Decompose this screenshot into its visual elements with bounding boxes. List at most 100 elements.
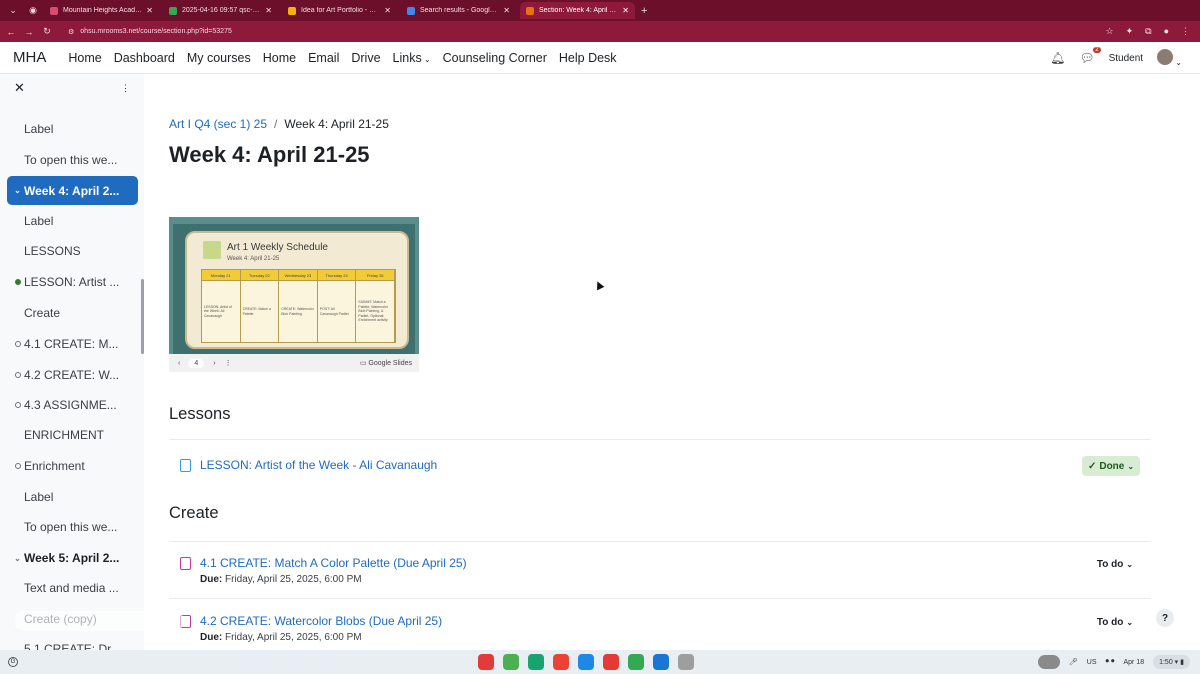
todo-status-button[interactable]: To do ⌄: [1090, 612, 1140, 632]
google-slides-link[interactable]: ▭ Google Slides: [360, 359, 412, 367]
forward-icon[interactable]: →: [22, 27, 36, 37]
shelf-app-icon[interactable]: [478, 654, 494, 670]
activity-lesson-artist[interactable]: LESSON: Artist of the Week - Ali Cavanau…: [180, 458, 437, 472]
extension-icon[interactable]: ✦: [1126, 26, 1134, 37]
browser-tab[interactable]: Idea for Art Portfolio - Google ✕: [282, 2, 397, 19]
course-index-label: 4.3 ASSIGNME...: [24, 398, 117, 412]
browser-tab[interactable]: Mountain Heights Academy M ✕: [44, 2, 159, 19]
new-tab-button[interactable]: +: [641, 5, 647, 17]
slides-menu-icon[interactable]: ⋮: [225, 359, 232, 367]
course-index-label: 4.1 CREATE: M...: [24, 337, 119, 351]
date-pill[interactable]: Apr 18: [1123, 659, 1144, 666]
schedule-cell: SUBMIT: Match a Palette, Watercolor Blob…: [356, 280, 395, 342]
nav-links-dropdown[interactable]: Links ⌄: [393, 51, 431, 65]
course-index-item[interactable]: 4.1 CREATE: M...: [0, 333, 144, 355]
screen-record-icon[interactable]: ⏺ ⏺: [1106, 658, 1115, 666]
tab-close-icon[interactable]: ✕: [146, 6, 153, 15]
tab-close-icon[interactable]: ✕: [503, 6, 510, 15]
drawer-menu-icon[interactable]: ⋮: [121, 83, 130, 94]
course-index-item[interactable]: 5.1 CREATE: Dr: [0, 638, 144, 650]
shelf-app-icon[interactable]: [553, 654, 569, 670]
tab-close-icon[interactable]: ✕: [384, 6, 391, 15]
help-button[interactable]: ?: [1156, 609, 1174, 627]
browser-tab[interactable]: 2025-04-16 09:57 qsc-mybb-w ✕: [163, 2, 278, 19]
course-index-item[interactable]: LESSONS: [0, 240, 144, 262]
shelf-app-icon[interactable]: [528, 654, 544, 670]
extensions-puzzle-icon[interactable]: ⧉: [1145, 26, 1151, 37]
launcher-icon[interactable]: G: [8, 657, 18, 667]
nav-counseling-corner[interactable]: Counseling Corner: [443, 51, 547, 65]
shelf-app-icon[interactable]: [678, 654, 694, 670]
chevron-down-icon[interactable]: ⌄: [14, 186, 21, 195]
system-tray[interactable]: 🎤︎ US ⏺ ⏺ Apr 18 1:50 ▾ ▮: [1037, 650, 1190, 674]
nav-help-desk[interactable]: Help Desk: [559, 51, 617, 65]
prev-slide-icon[interactable]: ‹: [178, 360, 180, 367]
nav-my-courses[interactable]: My courses: [187, 51, 251, 65]
course-index-item[interactable]: To open this we...: [0, 149, 144, 171]
close-drawer-icon[interactable]: ✕: [14, 80, 25, 96]
todo-status-button[interactable]: To do ⌄: [1090, 554, 1140, 574]
completion-todo-icon: [14, 371, 21, 378]
course-index-section[interactable]: ⌄ Week 4: April 2...: [7, 176, 138, 205]
chrome-os-icon[interactable]: ◉: [26, 4, 40, 18]
back-icon[interactable]: ←: [4, 27, 18, 37]
activity-name[interactable]: 4.2 CREATE: Watercolor Blobs (Due April …: [200, 614, 442, 628]
course-index-item[interactable]: Text and media ...: [0, 577, 144, 599]
course-index-item[interactable]: LESSON: Artist ...: [0, 271, 144, 293]
browser-tab[interactable]: Section: Week 4: April 21-2 ✕: [520, 2, 635, 19]
site-brand[interactable]: MHA: [13, 49, 46, 66]
notification-bell-icon[interactable]: 🔔︎: [1050, 51, 1065, 65]
nav-home[interactable]: Home: [68, 51, 101, 65]
browser-tab[interactable]: Search results - Google Drive ✕: [401, 2, 516, 19]
course-index-item[interactable]: 4.2 CREATE: W...: [0, 364, 144, 386]
shelf-app-icon[interactable]: [578, 654, 594, 670]
shelf-app-icon[interactable]: [653, 654, 669, 670]
profile-icon[interactable]: ●: [1164, 26, 1169, 37]
course-index-label: Label: [24, 214, 54, 228]
site-info-icon[interactable]: ⚙: [68, 28, 74, 36]
course-index-item[interactable]: To open this we...: [0, 516, 144, 538]
nav-home-2[interactable]: Home: [263, 51, 296, 65]
mic-icon[interactable]: 🎤︎: [1069, 658, 1078, 666]
user-menu[interactable]: ⌄: [1157, 48, 1182, 68]
status-area[interactable]: 1:50 ▾ ▮: [1153, 655, 1190, 669]
breadcrumb-course-link[interactable]: Art I Q4 (sec 1) 25: [169, 117, 267, 131]
nav-email[interactable]: Email: [308, 51, 339, 65]
input-language[interactable]: US: [1087, 659, 1097, 666]
slide-page-number[interactable]: 4: [188, 358, 205, 368]
tab-close-icon[interactable]: ✕: [265, 6, 272, 15]
course-index-item[interactable]: Label: [0, 118, 144, 140]
embedded-slides[interactable]: Art 1 Weekly Schedule Week 4: April 21-2…: [169, 217, 419, 372]
activity-4-1-create[interactable]: 4.1 CREATE: Match A Color Palette (Due A…: [180, 556, 467, 585]
course-index-item[interactable]: 4.3 ASSIGNME...: [0, 394, 144, 416]
done-label: Done: [1099, 460, 1125, 472]
course-index-item[interactable]: ENRICHMENT: [0, 424, 144, 446]
course-index-item[interactable]: Create: [0, 302, 144, 324]
shelf-app-icon[interactable]: [603, 654, 619, 670]
course-index-item[interactable]: Label: [0, 210, 144, 232]
tab-close-icon[interactable]: ✕: [622, 6, 629, 15]
activity-name[interactable]: 4.1 CREATE: Match A Color Palette (Due A…: [200, 556, 467, 570]
menu-kebab-icon[interactable]: ⋮: [1181, 26, 1190, 37]
course-index-section[interactable]: ⌄ Week 5: April 2...: [0, 547, 144, 569]
activity-4-2-create[interactable]: 4.2 CREATE: Watercolor Blobs (Due April …: [180, 614, 442, 643]
next-slide-icon[interactable]: ›: [213, 360, 215, 367]
chevron-down-icon: ⌄: [1126, 559, 1134, 569]
done-status-button[interactable]: ✓ Done ⌄: [1082, 456, 1140, 476]
course-index-label: Label: [24, 490, 54, 504]
nav-dashboard[interactable]: Dashboard: [114, 51, 175, 65]
course-index-item[interactable]: Label: [0, 486, 144, 508]
messages-icon[interactable]: 💬︎ 2: [1079, 47, 1101, 65]
account-avatars[interactable]: [1037, 655, 1060, 669]
nav-drive[interactable]: Drive: [351, 51, 380, 65]
tab-search-icon[interactable]: ⌄: [6, 4, 20, 18]
reload-icon[interactable]: ↻: [40, 26, 54, 37]
shelf-app-icon[interactable]: [628, 654, 644, 670]
shelf-app-icon[interactable]: [503, 654, 519, 670]
user-name[interactable]: Student: [1109, 53, 1143, 64]
course-index-item[interactable]: Enrichment: [0, 455, 144, 477]
url-field[interactable]: ⚙ ohsu.mrooms3.net/course/section.php?id…: [62, 24, 1106, 39]
chevron-down-icon[interactable]: ⌄: [14, 554, 21, 563]
bookmark-star-icon[interactable]: ☆: [1106, 26, 1114, 37]
activity-name[interactable]: LESSON: Artist of the Week - Ali Cavanau…: [200, 458, 437, 472]
